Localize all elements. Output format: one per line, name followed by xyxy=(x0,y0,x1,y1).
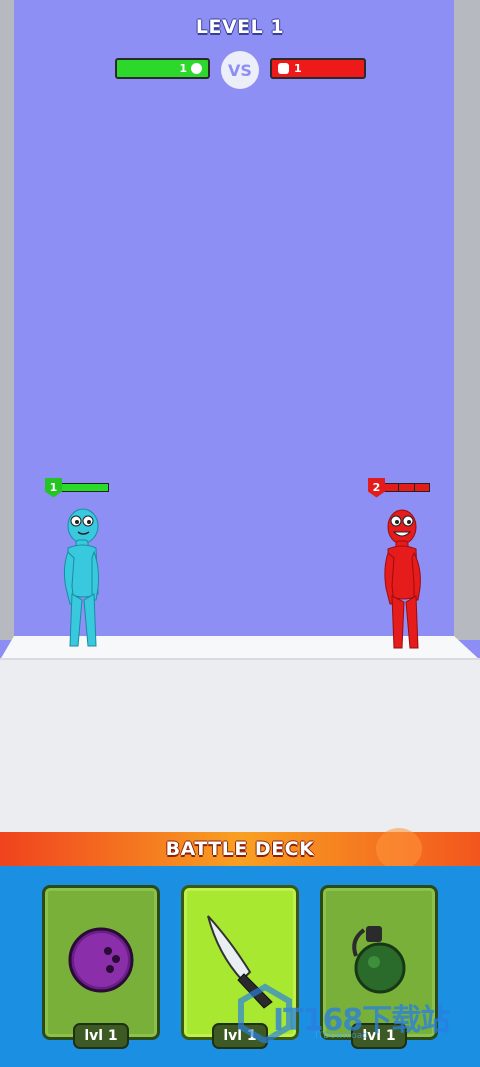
enemy-health: 2 xyxy=(368,477,430,498)
enemy-score: 1 xyxy=(294,62,302,75)
platform-edge xyxy=(0,658,480,660)
watermark-subtext: ITDownload xyxy=(315,1031,368,1041)
battle-deck-title: BATTLE DECK xyxy=(165,838,315,860)
enemy-health-bar xyxy=(382,483,430,492)
right-wall xyxy=(454,0,480,640)
left-wall xyxy=(0,0,14,640)
bowling-ball-icon xyxy=(68,927,134,993)
player-score: 1 xyxy=(179,62,187,75)
enemy-devil-icon xyxy=(278,63,289,74)
enemy-score-bar: 1 xyxy=(270,58,366,79)
player-health-bar xyxy=(59,483,109,492)
player-health: 1 xyxy=(45,477,109,498)
battle-deck-banner: BATTLE DECK xyxy=(0,828,480,870)
card-level-label: lvl 1 xyxy=(73,1023,129,1049)
level-title: LEVEL 1 xyxy=(195,16,285,38)
gear-decoration-icon xyxy=(376,828,422,870)
deck-card-bowling-ball[interactable]: lvl 1 xyxy=(42,885,160,1049)
vs-badge: VS xyxy=(221,51,259,89)
player-score-bar: 1 xyxy=(115,58,210,79)
watermark: IT168下载站 ITDownload xyxy=(235,975,475,1055)
player-face-icon xyxy=(191,63,202,74)
arena-platform xyxy=(0,658,480,835)
enemy-character xyxy=(384,509,421,649)
game-scene: LEVEL 1 1 VS 1 1 2 xyxy=(0,0,480,835)
player-character xyxy=(63,508,99,647)
